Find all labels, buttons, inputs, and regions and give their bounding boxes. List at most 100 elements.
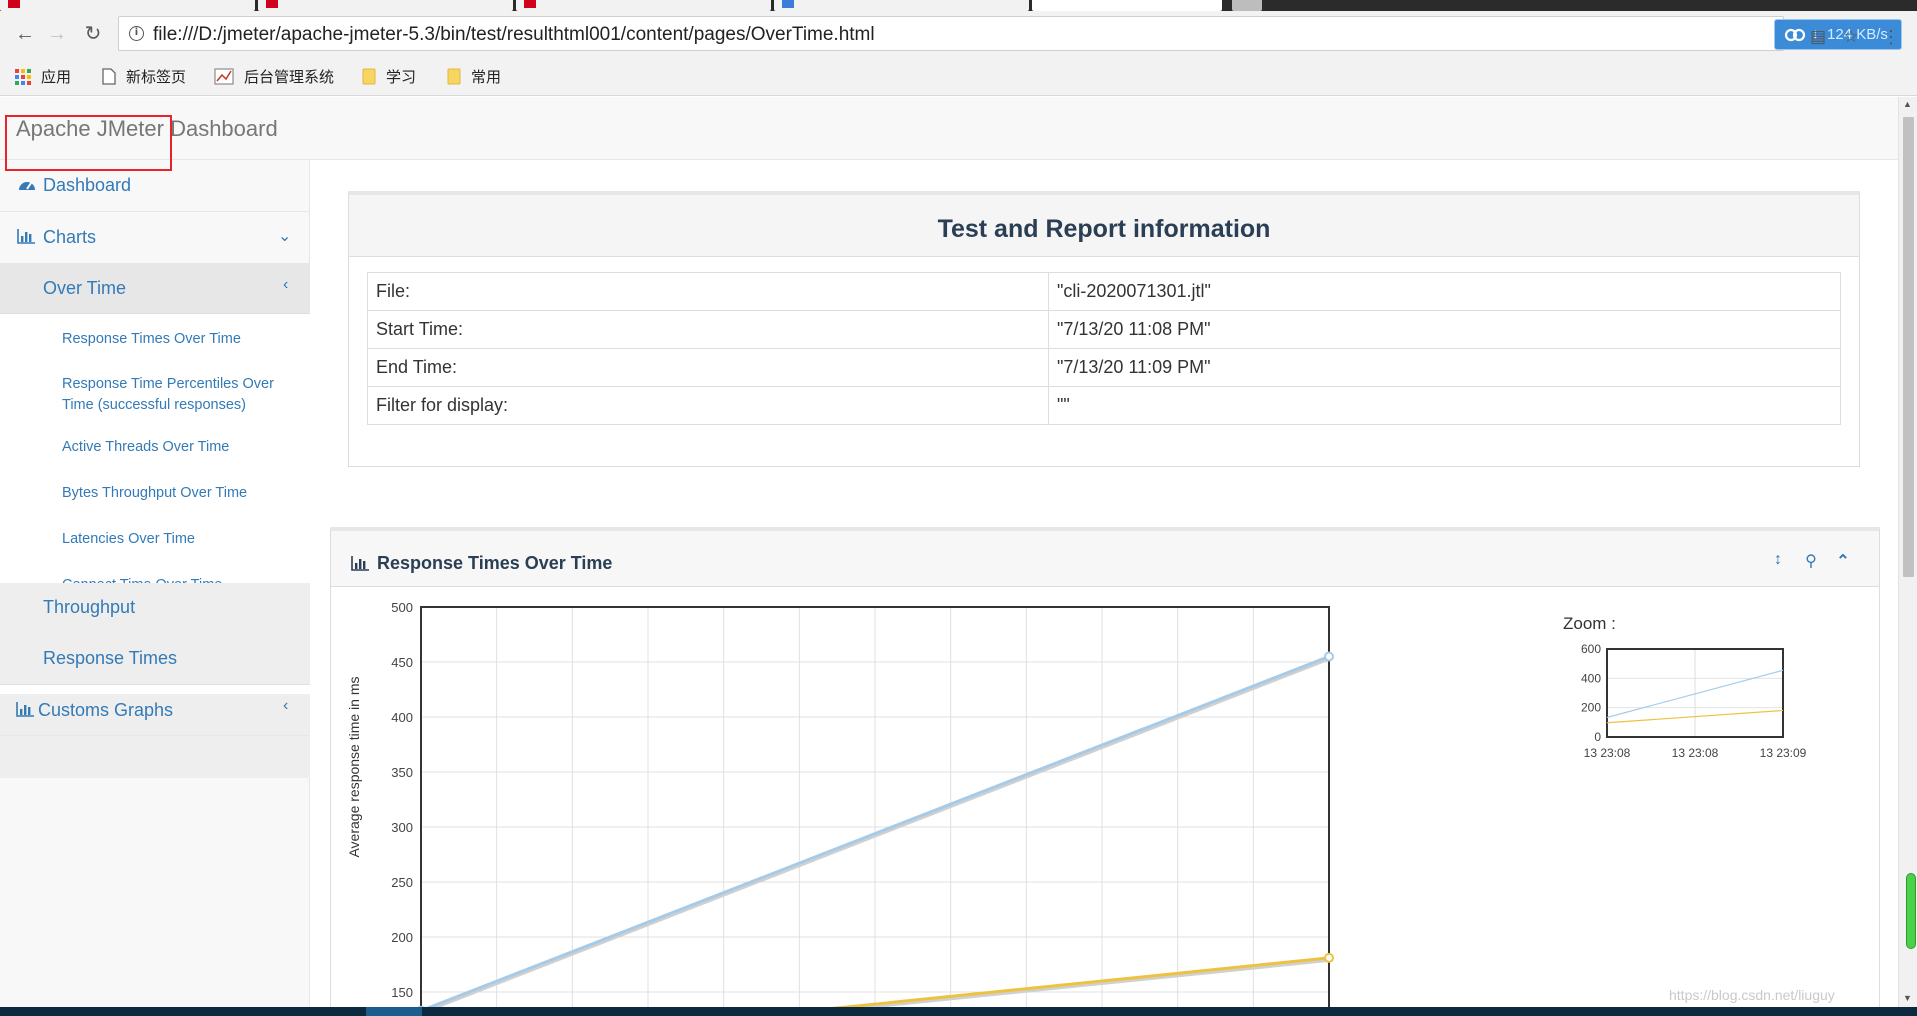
bookmark-label: 新标签页 [126,69,187,86]
sidebar-link-response-time-percentiles[interactable]: Response Time Percentiles Over Time (suc… [62,374,302,416]
vertical-scrollbar[interactable]: ▲ ▼ [1898,97,1917,1007]
apps-grid-icon [15,68,31,85]
browser-tab[interactable] [516,0,771,11]
x-tick-label: 13 23:08 [1672,746,1719,760]
bar-chart-icon [351,556,369,571]
translate-icon[interactable]: ▤ [1807,26,1829,48]
info-key: Start Time: [367,310,1049,349]
info-value: "7/13/20 11:08 PM" [1048,310,1841,349]
y-tick-label: 200 [1581,701,1601,715]
browser-tab[interactable] [774,0,1029,11]
browser-tab[interactable] [0,0,255,11]
test-report-info-panel: Test and Report information File: "cli-20… [348,191,1860,467]
sidebar-item-response-times[interactable]: Response Times [0,633,310,685]
sidebar-item-label: Response Times [43,648,178,668]
browser-tab[interactable] [258,0,513,11]
csdn-favicon-icon [524,0,536,8]
bookmark-label: 后台管理系统 [244,69,335,86]
sidebar-item-throughput[interactable]: Throughput [0,583,310,633]
wrench-icon[interactable]: ⚲ [1801,551,1821,571]
chevron-left-icon: ‹ [283,276,289,293]
panel-title: Response Times Over Time [377,553,613,573]
sidebar-link-bytes-throughput[interactable]: Bytes Throughput Over Time [62,483,247,504]
panel-heading: Response Times Over Time ↕ ⚲ ⌃ [331,531,1879,587]
scroll-up-arrow-icon[interactable]: ▲ [1903,99,1912,109]
csdn-favicon-icon [8,0,20,8]
info-table: File: "cli-2020071301.jtl" Start Time: "7/… [367,272,1841,425]
scroll-down-arrow-icon[interactable]: ▼ [1903,993,1912,1003]
sidebar-item-customs-graphs[interactable]: Customs Graphs ‹ [0,685,310,736]
expand-vertical-icon[interactable]: ↕ [1768,551,1788,569]
sidebar-link-latencies[interactable]: Latencies Over Time [62,529,195,550]
table-row: Start Time: "7/13/20 11:08 PM" [367,310,1841,349]
table-row: Filter for display: "" [367,386,1841,425]
y-tick-label: 500 [391,600,413,615]
chart-image-icon [214,68,234,85]
menu-kebab-icon[interactable]: ⋮ [1880,26,1902,48]
bookmark-label: 应用 [41,69,72,86]
info-value: "cli-2020071301.jtl" [1048,272,1841,311]
info-key: Filter for display: [367,386,1049,425]
sidebar: Dashboard Charts ⌄ Over Time ‹ Response … [0,160,310,1007]
forward-arrow-icon[interactable]: → [46,23,68,45]
y-tick-label: 300 [391,820,413,835]
sidebar-item-over-time[interactable]: Over Time ‹ [0,264,310,314]
scrollbar-thumb[interactable] [1903,117,1914,577]
table-row: File: "cli-2020071301.jtl" [367,272,1841,311]
bookmark-new-tab[interactable]: 新标签页 [102,66,186,88]
panel-title: Test and Report information [937,215,1271,243]
sidebar-item-label: Throughput [43,597,136,617]
y-tick-label: 400 [1581,671,1601,685]
sidebar-link-response-times-over-time[interactable]: Response Times Over Time [62,329,241,350]
page-favicon-icon [782,0,794,8]
response-times-chart[interactable]: 100150200250300350400450500Average respo… [331,587,1571,1007]
chevron-down-icon: ⌄ [278,228,292,245]
sidebar-item-label: Dashboard [43,175,132,195]
folder-icon [447,68,461,85]
os-taskbar [0,1007,1917,1016]
taskbar-active-app[interactable] [366,1007,422,1016]
bookmark-star-icon[interactable]: ☆ [1840,26,1862,48]
csdn-favicon-icon [266,0,278,8]
zoom-label: Zoom : [1563,614,1616,633]
x-tick-label: 13 23:09 [1760,746,1807,760]
table-row: End Time: "7/13/20 11:09 PM" [367,348,1841,387]
y-tick-label: 450 [391,655,413,670]
bar-chart-icon [17,229,35,244]
cloud-icon [1784,28,1806,42]
info-value: "" [1048,386,1841,425]
browser-tab-active[interactable] [1032,0,1222,11]
sidebar-link-active-threads[interactable]: Active Threads Over Time [62,437,229,458]
floating-status-widget[interactable] [1906,873,1916,949]
bookmark-label: 常用 [471,69,502,86]
back-arrow-icon[interactable]: ← [14,23,36,45]
bookmark-admin[interactable]: 后台管理系统 [214,66,334,88]
reload-icon[interactable]: ↻ [82,23,104,45]
bookmark-label: 学习 [386,69,417,86]
y-tick-label: 600 [1581,642,1601,656]
bookmark-common[interactable]: 常用 [447,66,501,88]
info-key: End Time: [367,348,1049,387]
sidebar-item-label: Charts [43,227,97,247]
browser-toolbar: ← → ↻ i file:///D:/jmeter/apache-jmeter-… [0,11,1917,56]
address-url: file:///D:/jmeter/apache-jmeter-5.3/bin/… [153,24,875,45]
info-key: File: [367,272,1049,311]
folder-icon [362,68,376,85]
address-bar[interactable]: i file:///D:/jmeter/apache-jmeter-5.3/bi… [118,16,1902,51]
browser-tab-strip [0,0,1917,11]
bookmark-apps[interactable]: 应用 [15,66,71,88]
x-tick-label: 13 23:08 [1584,746,1631,760]
info-icon[interactable]: i [129,26,144,41]
watermark-text: https://blog.csdn.net/liuguy [1669,987,1835,1003]
y-tick-label: 400 [391,710,413,725]
y-tick-label: 150 [391,985,413,1000]
new-tab-button[interactable] [1232,0,1262,11]
y-tick-label: 0 [1594,730,1601,744]
zoom-overview-chart[interactable]: 0 200 400 600 13 23:08 13 23:08 13 23:09 [1561,641,1821,761]
bookmark-study[interactable]: 学习 [362,66,416,88]
sidebar-item-charts[interactable]: Charts ⌄ [0,212,310,264]
collapse-up-icon[interactable]: ⌃ [1833,551,1853,571]
sidebar-item-label: Over Time [43,278,127,298]
dashboard-gauge-icon [19,182,35,190]
page-icon [102,68,116,85]
